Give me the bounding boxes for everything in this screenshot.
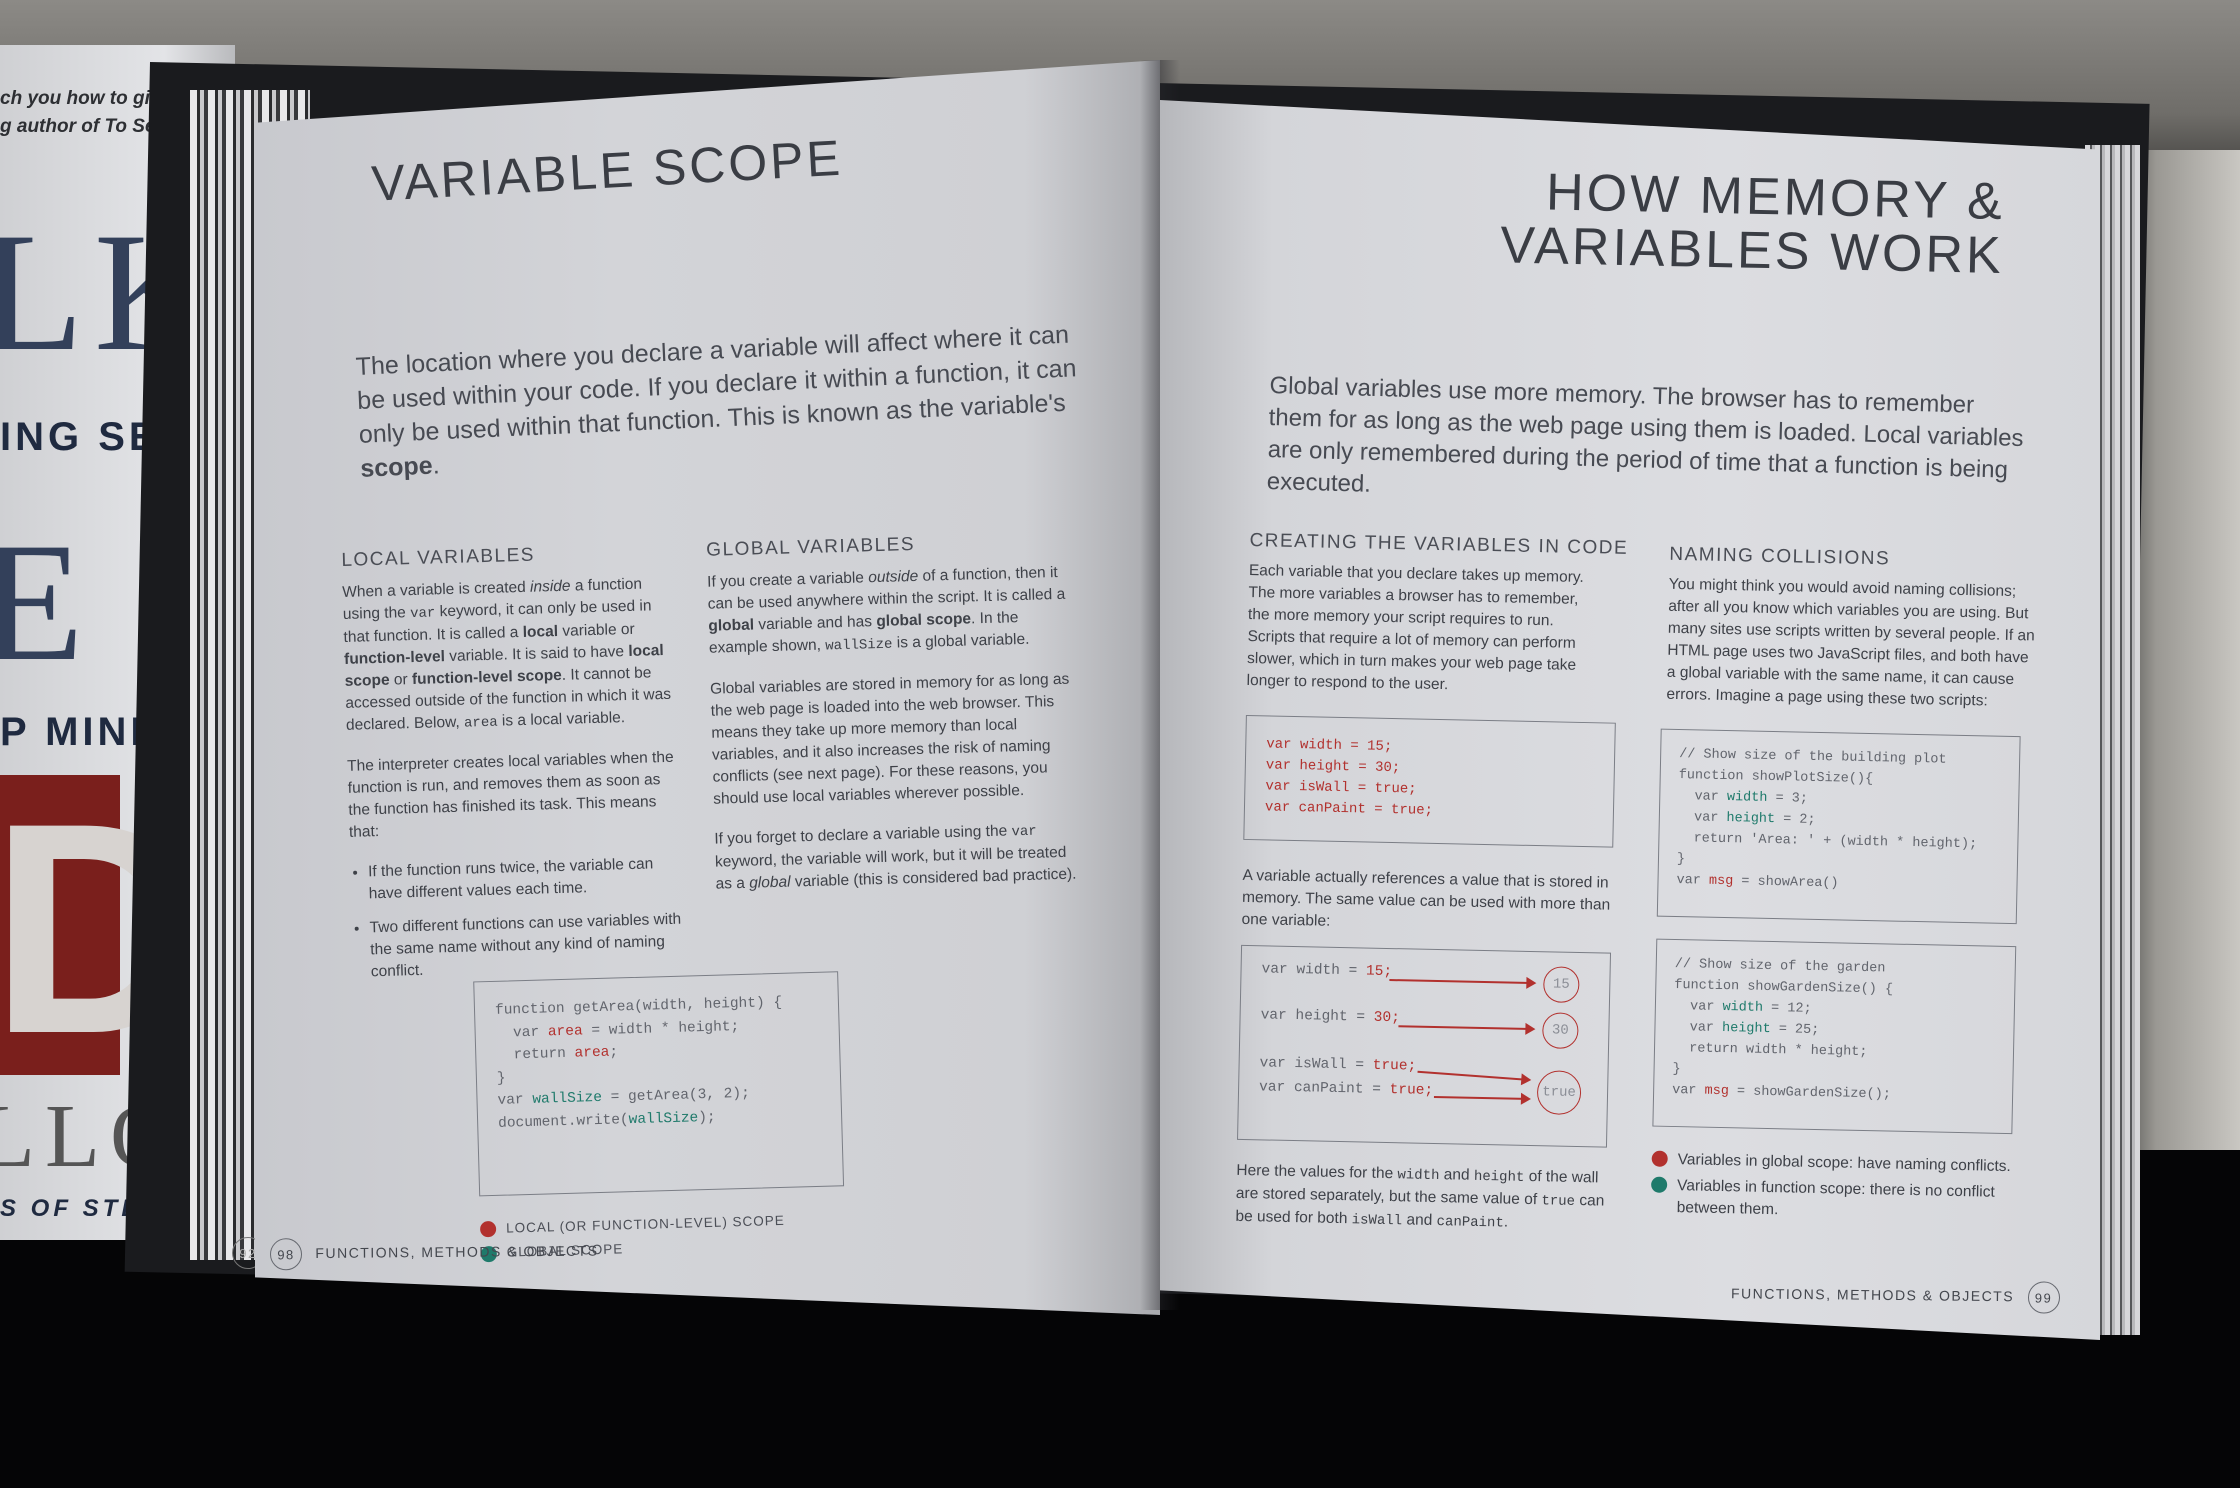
intro-paragraph: The location where you declare a variabl… [355, 320, 1078, 483]
arrow-icon [1433, 1095, 1529, 1100]
page-number: 98 [269, 1238, 303, 1271]
legend-item-global: Variables in global scope: have naming c… [1651, 1149, 2031, 1179]
memory-value: 15 [1542, 966, 1580, 1003]
legend-item-function: Variables in function scope: there is no… [1650, 1175, 2031, 1227]
naming-legend: Variables in global scope: have naming c… [1650, 1149, 2031, 1227]
right-page-footer: FUNCTIONS, METHODS & OBJECTS 99 [1731, 1278, 2061, 1314]
creating-variables-text: Each variable that you declare takes up … [1246, 561, 1584, 694]
code-block-getarea: function getArea(width, height) { var ar… [473, 971, 845, 1197]
green-dot-icon [1651, 1176, 1668, 1193]
background-book-letters: E [0, 508, 94, 696]
code-block-create-vars: var width = 15; var height = 30; var isWal… [1243, 714, 1616, 848]
naming-collisions-text: You might think you would avoid naming c… [1666, 575, 2035, 710]
arrow-icon [1389, 979, 1535, 985]
left-page: VARIABLE SCOPE The location where you de… [255, 60, 1160, 1315]
legend-item-local: LOCAL (OR FUNCTION-LEVEL) SCOPE [479, 1213, 785, 1238]
local-variables-bullets: If the function runs twice, the variable… [350, 853, 688, 984]
red-dot-icon [479, 1221, 497, 1238]
red-dot-icon [1651, 1150, 1668, 1167]
local-variables-text: When a variable is created inside a func… [342, 573, 688, 996]
memory-row: var height = 30; [1260, 1007, 1401, 1027]
memory-explanation: Here the values for the width and height… [1235, 1161, 1605, 1232]
memory-diagram: var width = 15; 15 var height = 30; 30 v… [1237, 944, 1612, 1148]
memory-row: var isWall = true; [1259, 1055, 1417, 1075]
code-block-plot: // Show size of the building plot functio… [1656, 728, 2021, 925]
reference-explanation: A variable actually references a value t… [1241, 866, 1611, 930]
page-number: 99 [2027, 1281, 2061, 1314]
memory-value: 30 [1542, 1012, 1579, 1049]
list-item: Two different functions can use variable… [369, 908, 688, 983]
memory-row: var canPaint = true; [1258, 1079, 1434, 1099]
global-variables-text: If you create a variable outside of a fu… [706, 563, 1077, 893]
left-page-footer: 98 FUNCTIONS, METHODS & OBJECTS [269, 1236, 599, 1271]
columns: CREATING THE VARIABLES IN CODE Each vari… [1233, 520, 2070, 1340]
memory-row: var width = 15; [1261, 961, 1393, 981]
arrow-icon [1398, 1025, 1534, 1031]
intro-paragraph: Global variables use more memory. The br… [1266, 371, 2024, 498]
background-book-red-block: D [0, 760, 207, 1096]
naming-collisions-heading: NAMING COLLISIONS [1669, 543, 1891, 570]
global-variables-heading: GLOBAL VARIABLES [705, 533, 916, 561]
local-variables-heading: LOCAL VARIABLES [341, 544, 536, 571]
creating-variables-heading: CREATING THE VARIABLES IN CODE [1249, 529, 1629, 559]
columns: LOCAL VARIABLES When a variable is creat… [340, 486, 1160, 1263]
code-block-garden: // Show size of the garden function showG… [1652, 938, 2017, 1135]
memory-value: true [1536, 1070, 1582, 1116]
right-page: HOW MEMORY & VARIABLES WORK Global varia… [1160, 100, 2100, 1340]
page-title: VARIABLE SCOPE [370, 129, 845, 212]
list-item: If the function runs twice, the variable… [368, 853, 686, 906]
arrow-icon [1417, 1070, 1530, 1081]
page-title: HOW MEMORY & VARIABLES WORK [1499, 163, 2006, 285]
